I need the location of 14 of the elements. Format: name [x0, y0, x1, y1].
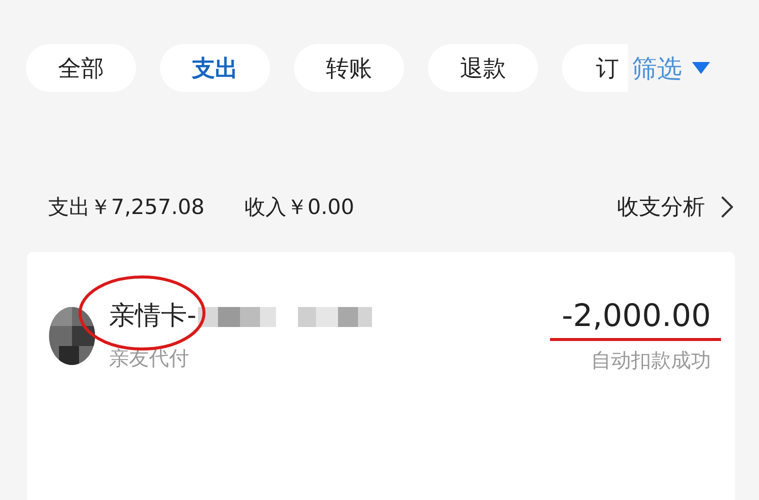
dropdown-triangle-icon	[692, 62, 710, 74]
transaction-category: 亲友代付	[109, 345, 190, 372]
income-total: 收入￥0.00	[244, 194, 354, 221]
transaction-name: 亲情卡-	[109, 300, 196, 333]
filter-tab[interactable]: 转账	[294, 44, 404, 92]
filter-tab[interactable]: 退款	[428, 44, 538, 92]
transaction-amount: -2,000.00	[550, 298, 721, 341]
filter-tab[interactable]: 支出	[160, 44, 270, 92]
filter-tab[interactable]: 订	[562, 44, 628, 92]
transaction-status: 自动扣款成功	[591, 347, 711, 374]
filter-tab[interactable]: 全部	[26, 44, 136, 92]
expense-total: 支出￥7,257.08	[48, 194, 205, 221]
analysis-link[interactable]: 收支分析	[617, 192, 705, 222]
chevron-right-icon	[721, 196, 733, 218]
